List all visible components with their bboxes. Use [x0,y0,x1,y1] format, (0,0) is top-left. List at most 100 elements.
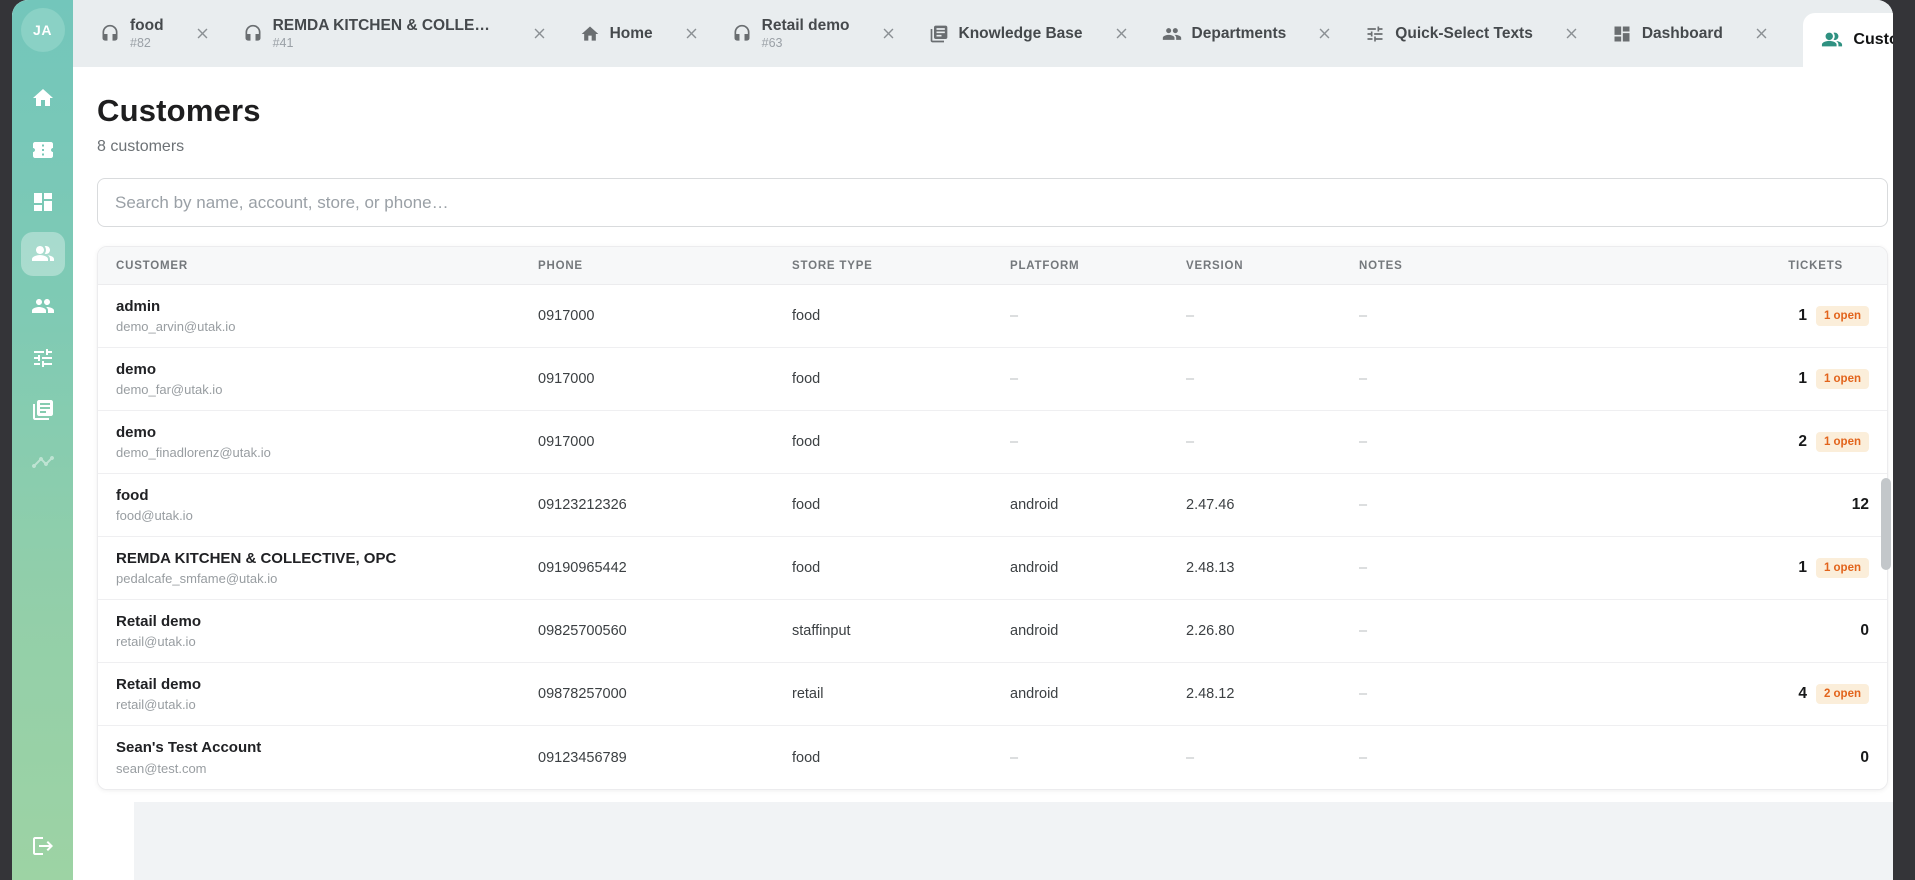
close-icon[interactable] [880,25,897,42]
analytics-icon [31,450,55,474]
column-header-store-type: Store Type [792,259,873,272]
customer-store-type: staffinput [792,623,851,639]
tab-label: Home [609,24,653,42]
customer-notes: – [1359,623,1368,639]
customer-email: retail@utak.io [116,634,196,650]
table-row-remda-kitchen-collective-opc[interactable]: REMDA KITCHEN & COLLECTIVE, OPC pedalcaf… [98,537,1887,600]
customer-email: food@utak.io [116,508,193,524]
table-row-admin[interactable]: admin demo_arvin@utak.io 0917000 food – … [98,285,1887,348]
customer-email: retail@utak.io [116,697,196,713]
sidebar-item-departments[interactable] [21,284,65,328]
tab-knowledge-base[interactable]: Knowledge Base [913,0,1146,67]
customer-name: REMDA KITCHEN & COLLECTIVE, OPC [116,549,397,567]
headset-icon [100,24,120,44]
close-icon[interactable] [531,25,548,42]
sidebar-item-knowledge-base[interactable] [21,388,65,432]
tab-label: Customers [1853,31,1893,49]
sidebar-item-home[interactable] [21,76,65,120]
tab-dashboard[interactable]: Dashboard [1596,0,1786,67]
customer-store-type: food [792,371,821,387]
column-header-tickets: Tickets [1788,259,1843,272]
customers-table: Customer Phone Store Type Platform Versi… [97,246,1888,790]
table-row-retail-demo[interactable]: Retail demo retail@utak.io 09825700560 s… [98,600,1887,663]
tune-icon [1365,24,1385,44]
table-row-food[interactable]: food food@utak.io 09123212326 food andro… [98,474,1887,537]
logout-button[interactable] [21,824,65,868]
sidebar-item-customers[interactable] [20,232,65,276]
tab-retail-demo[interactable]: Retail demo #63 [716,0,913,67]
tab-ticket-number: #82 [130,35,151,50]
ticket-count: 4 [1798,685,1807,702]
column-header-customer: Customer [116,259,188,272]
tab-remda-kitchen[interactable]: REMDA KITCHEN & COLLECTI… #41 [227,0,564,67]
customer-phone: 09123456789 [538,749,627,766]
table-row-sean-s-test-account[interactable]: Sean's Test Account sean@test.com 091234… [98,726,1887,789]
library-icon [929,24,949,44]
customer-email: sean@test.com [116,760,207,776]
customer-version: – [1186,371,1195,387]
open-tickets-badge: 1 open [1815,432,1869,452]
table-row-demo[interactable]: demo demo_finadlorenz@utak.io 0917000 fo… [98,411,1887,474]
customer-platform: android [1010,623,1059,639]
tab-food[interactable]: food #82 [84,0,227,67]
page-title: Customers [97,93,261,128]
customer-phone: 09123212326 [538,497,627,513]
customer-email: demo_finadlorenz@utak.io [116,445,271,461]
ticket-count: 1 [1798,559,1807,576]
dashboard-icon [31,190,55,214]
tab-customers[interactable]: Customers [1803,13,1893,67]
search-input[interactable] [97,178,1888,227]
ticket-count: 2 [1798,433,1807,450]
dashboard-icon [1612,24,1632,44]
open-tickets-badge: 1 open [1815,558,1869,578]
library-icon [31,398,55,422]
sidebar: JA [12,0,73,880]
customer-store-type: food [792,434,821,450]
open-tickets-badge: 1 open [1815,369,1869,389]
tab-home[interactable]: Home [564,0,716,67]
table-row-demo[interactable]: demo demo_far@utak.io 0917000 food – – –… [98,348,1887,411]
customer-email: demo_far@utak.io [116,382,223,398]
sidebar-item-tickets[interactable] [21,128,65,172]
customer-notes: – [1359,749,1368,766]
open-tickets-badge: 1 open [1815,306,1869,326]
customer-version: – [1186,434,1195,450]
home-icon [31,86,55,110]
ticket-count: 0 [1860,748,1869,766]
tab-label: Quick-Select Texts [1395,24,1533,42]
home-icon [580,24,600,44]
customer-version: 2.48.13 [1186,560,1235,576]
customer-name: food [116,486,149,504]
table-row-retail-demo[interactable]: Retail demo retail@utak.io 09878257000 r… [98,663,1887,726]
customer-count: 8 customers [97,138,185,155]
footer-strip [134,802,1893,880]
close-icon[interactable] [1563,25,1580,42]
customer-notes: – [1359,308,1368,324]
customer-name: demo [116,360,157,378]
sidebar-item-quick-select-texts[interactable] [21,336,65,380]
close-icon[interactable] [1753,25,1770,42]
app-window: food #82 REMDA KITCHEN & COLLECTI… #41 H… [12,0,1893,880]
customer-name: Retail demo [116,675,202,693]
sidebar-item-analytics[interactable] [21,440,65,484]
tab-quick-select-texts[interactable]: Quick-Select Texts [1349,0,1596,67]
tab-label: Dashboard [1641,24,1723,42]
customer-store-type: food [792,749,821,766]
close-icon[interactable] [1316,25,1333,42]
avatar[interactable]: JA [20,8,65,52]
close-icon[interactable] [683,25,700,42]
customers-icon [1821,29,1843,51]
departments-icon [31,294,55,318]
sidebar-item-dashboard[interactable] [21,180,65,224]
column-header-notes: Notes [1359,259,1403,272]
ticket-count: 1 [1798,370,1807,387]
close-icon[interactable] [1113,25,1130,42]
customer-name: Sean's Test Account [116,739,262,757]
column-header-version: Version [1186,259,1244,272]
tab-departments[interactable]: Departments [1146,0,1350,67]
customer-name: Retail demo [116,612,202,630]
customer-store-type: food [792,497,821,513]
customer-phone: 0917000 [538,308,595,324]
scrollbar-thumb[interactable] [1881,478,1891,570]
close-icon[interactable] [194,25,211,42]
